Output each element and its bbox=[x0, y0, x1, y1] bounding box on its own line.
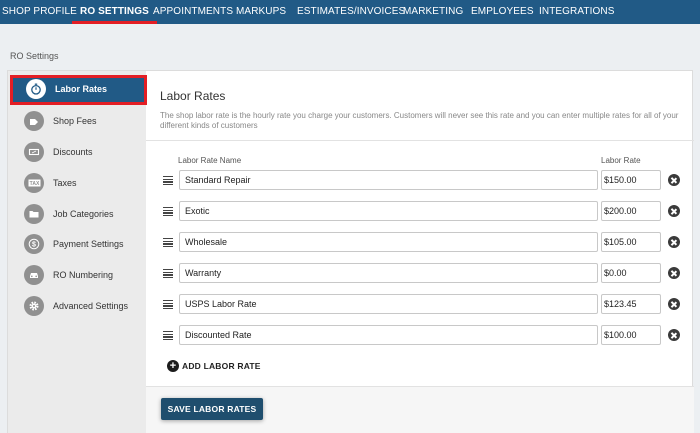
drag-handle-icon[interactable] bbox=[163, 300, 173, 309]
dollar-icon: $ bbox=[24, 234, 44, 254]
labor-rate-value-input[interactable] bbox=[601, 232, 661, 252]
tab-estimates-invoices[interactable]: ESTIMATES/INVOICES bbox=[297, 0, 405, 24]
labor-rate-name-input[interactable] bbox=[179, 170, 598, 190]
fee-tag-icon bbox=[24, 111, 44, 131]
coupon-icon bbox=[24, 142, 44, 162]
plus-icon: + bbox=[167, 360, 179, 372]
tax-icon: TAX bbox=[24, 173, 44, 193]
drag-handle-icon[interactable] bbox=[163, 269, 173, 278]
settings-sidebar: Labor Rates Shop Fees Discounts TAX Taxe… bbox=[8, 71, 147, 433]
folder-icon bbox=[24, 204, 44, 224]
sidebar-item-label: Taxes bbox=[53, 178, 77, 188]
add-labor-rate-label: ADD LABOR RATE bbox=[182, 361, 261, 371]
sidebar-item-job-categories[interactable]: Job Categories bbox=[8, 200, 146, 230]
sidebar-item-label: Labor Rates bbox=[55, 84, 108, 94]
tab-shop-profile[interactable]: SHOP PROFILE bbox=[2, 0, 77, 24]
delete-icon[interactable] bbox=[668, 174, 680, 186]
sidebar-item-labor-rates[interactable]: Labor Rates bbox=[10, 75, 147, 105]
sidebar-item-label: Job Categories bbox=[53, 209, 114, 219]
labor-rate-row bbox=[146, 325, 694, 347]
sidebar-item-taxes[interactable]: TAX Taxes bbox=[8, 169, 146, 199]
sidebar-item-shop-fees[interactable]: Shop Fees bbox=[8, 107, 146, 137]
delete-icon[interactable] bbox=[668, 236, 680, 248]
sidebar-item-label: Advanced Settings bbox=[53, 301, 129, 311]
sidebar-item-label: Discounts bbox=[53, 147, 93, 157]
sidebar-item-advanced-settings[interactable]: Advanced Settings bbox=[8, 292, 146, 322]
sidebar-item-payment-settings[interactable]: $ Payment Settings bbox=[8, 230, 146, 260]
tab-markups[interactable]: MARKUPS bbox=[236, 0, 286, 24]
labor-rate-name-input[interactable] bbox=[179, 325, 598, 345]
labor-rate-row bbox=[146, 232, 694, 254]
labor-rate-name-input[interactable] bbox=[179, 294, 598, 314]
labor-rate-row bbox=[146, 263, 694, 285]
delete-icon[interactable] bbox=[668, 267, 680, 279]
stopwatch-icon bbox=[26, 79, 46, 99]
gear-icon bbox=[24, 296, 44, 316]
labor-rate-name-input[interactable] bbox=[179, 263, 598, 283]
drag-handle-icon[interactable] bbox=[163, 207, 173, 216]
drag-handle-icon[interactable] bbox=[163, 176, 173, 185]
tab-integrations[interactable]: INTEGRATIONS bbox=[539, 0, 614, 24]
labor-rate-value-input[interactable] bbox=[601, 294, 661, 314]
column-header-name: Labor Rate Name bbox=[178, 156, 242, 165]
divider bbox=[146, 140, 694, 141]
labor-rate-value-input[interactable] bbox=[601, 263, 661, 283]
sidebar-item-label: RO Numbering bbox=[53, 270, 114, 280]
labor-rate-value-input[interactable] bbox=[601, 325, 661, 345]
drag-handle-icon[interactable] bbox=[163, 331, 173, 340]
tab-employees[interactable]: EMPLOYEES bbox=[471, 0, 534, 24]
svg-text:TAX: TAX bbox=[29, 181, 39, 187]
delete-icon[interactable] bbox=[668, 298, 680, 310]
labor-rate-name-input[interactable] bbox=[179, 232, 598, 252]
column-header-rate: Labor Rate bbox=[601, 156, 641, 165]
labor-rate-value-input[interactable] bbox=[601, 170, 661, 190]
tab-marketing[interactable]: MARKETING bbox=[403, 0, 463, 24]
settings-card: Labor Rates Shop Fees Discounts TAX Taxe… bbox=[7, 70, 694, 433]
page-description: The shop labor rate is the hourly rate y… bbox=[160, 111, 679, 130]
tab-ro-settings[interactable]: RO SETTINGS bbox=[72, 0, 157, 24]
sidebar-item-discounts[interactable]: Discounts bbox=[8, 138, 146, 168]
tab-appointments[interactable]: APPOINTMENTS bbox=[153, 0, 233, 24]
labor-rate-row bbox=[146, 294, 694, 316]
sidebar-item-ro-numbering[interactable]: RO Numbering bbox=[8, 261, 146, 291]
drag-handle-icon[interactable] bbox=[163, 238, 173, 247]
sidebar-item-label: Payment Settings bbox=[53, 239, 124, 249]
page-title: Labor Rates bbox=[160, 89, 226, 103]
top-nav: SHOP PROFILE RO SETTINGS APPOINTMENTS MA… bbox=[0, 0, 700, 24]
svg-text:$: $ bbox=[32, 242, 36, 249]
labor-rate-row bbox=[146, 170, 694, 192]
delete-icon[interactable] bbox=[668, 329, 680, 341]
delete-icon[interactable] bbox=[668, 205, 680, 217]
labor-rate-row bbox=[146, 201, 694, 223]
car-icon bbox=[24, 265, 44, 285]
save-labor-rates-button[interactable]: SAVE LABOR RATES bbox=[161, 398, 263, 420]
labor-rate-value-input[interactable] bbox=[601, 201, 661, 221]
sidebar-item-label: Shop Fees bbox=[53, 116, 97, 126]
labor-rate-name-input[interactable] bbox=[179, 201, 598, 221]
section-label: RO Settings bbox=[10, 51, 59, 61]
